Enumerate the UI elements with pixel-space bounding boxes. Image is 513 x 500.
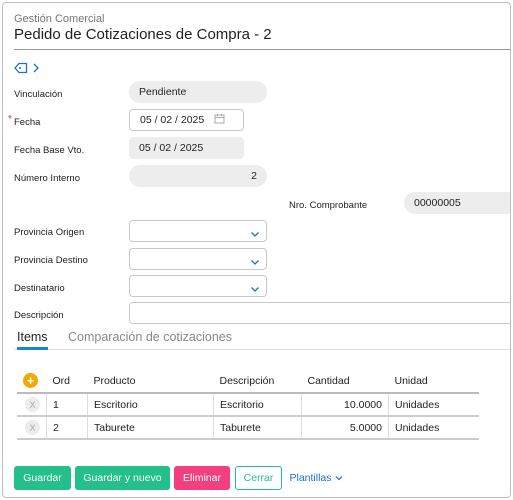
page-title: Pedido de Cotizaciones de Compra - 2 [14,26,272,43]
col-unidad: Unidad [388,369,479,394]
destinatario-label: Destinatario [14,283,65,294]
tag-toolbar [14,62,40,74]
cell-cantidad[interactable]: 5.0000 [301,416,389,440]
fecha-label-wrap: * Fecha [8,114,41,128]
nro-comprobante-label: Nro. Comprobante [289,200,368,211]
delete-row-icon[interactable]: X [25,420,40,435]
cell-unidad[interactable]: Unidades [388,416,479,440]
descripcion-input[interactable] [129,302,510,324]
numero-interno-field[interactable]: 2 [129,165,267,187]
cell-ord[interactable]: 2 [46,416,88,440]
chevron-down-icon [250,254,260,272]
cerrar-button[interactable]: Cerrar [235,466,282,490]
header-divider [14,49,510,50]
vinculacion-label: Vinculación [14,89,63,100]
nro-comprobante-value: 00000005 [414,197,461,209]
fecha-base-label: Fecha Base Vto. [14,145,85,156]
chevron-right-icon[interactable] [32,63,40,73]
provincia-origen-label: Provincia Origen [14,227,85,238]
col-ord: Ord [46,369,88,394]
fecha-label: Fecha [14,117,41,128]
calendar-icon[interactable] [214,113,225,127]
cell-ord[interactable]: 1 [46,393,88,417]
provincia-origen-select[interactable] [129,220,267,242]
fecha-base-field: 05 / 02 / 2025 [129,137,244,159]
vinculacion-field[interactable]: Pendiente [129,81,267,103]
fecha-base-value: 05 / 02 / 2025 [139,142,204,154]
required-marker: * [8,114,12,125]
col-producto: Producto [87,369,214,394]
tab-bar: Items Comparación de cotizaciones [14,330,510,350]
add-row-icon[interactable]: + [23,373,38,388]
fecha-value: 05 / 02 / 2025 [140,114,205,126]
nro-comprobante-field[interactable]: 00000005 [404,192,510,214]
page-header: Gestión Comercial Pedido de Cotizaciones… [14,13,272,43]
delete-cell: X [17,416,47,440]
module-subtitle: Gestión Comercial [14,13,105,25]
cell-cantidad[interactable]: 10.0000 [301,393,389,417]
fecha-input[interactable]: 05 / 02 / 2025 [129,109,244,131]
col-cantidad: Cantidad [301,369,389,394]
provincia-destino-select[interactable] [129,248,267,270]
destinatario-select[interactable] [129,275,267,297]
delete-cell: X [17,393,47,417]
table-row[interactable]: X 1 Escritorio Escritorio 10.0000 Unidad… [17,393,479,417]
col-descripcion: Descripción [213,369,302,394]
items-table: + Ord Producto Descripción Cantidad Unid… [17,369,479,440]
cell-descripcion[interactable]: Escritorio [213,393,302,417]
table-header-row: + Ord Producto Descripción Cantidad Unid… [17,369,479,394]
cell-descripcion[interactable]: Taburete [213,416,302,440]
guardar-button[interactable]: Guardar [14,466,71,490]
numero-interno-value: 2 [251,170,257,182]
guardar-y-nuevo-button[interactable]: Guardar y nuevo [75,466,170,490]
form-window: Gestión Comercial Pedido de Cotizaciones… [2,2,511,498]
plantillas-button[interactable]: Plantillas [288,466,344,490]
plantillas-label: Plantillas [289,472,332,484]
chevron-down-icon [250,281,260,299]
chevron-down-icon [250,226,260,244]
numero-interno-label: Número Interno [14,173,81,184]
table-row[interactable]: X 2 Taburete Taburete 5.0000 Unidades [17,416,479,440]
vinculacion-value: Pendiente [139,86,187,98]
chevron-down-icon [335,474,343,482]
cell-producto[interactable]: Escritorio [87,393,214,417]
eliminar-button[interactable]: Eliminar [174,466,230,490]
descripcion-label: Descripción [14,310,64,321]
delete-row-icon[interactable]: X [25,397,40,412]
cell-unidad[interactable]: Unidades [388,393,479,417]
cell-producto[interactable]: Taburete [87,416,214,440]
add-row-cell: + [17,369,47,394]
tag-icon[interactable] [14,62,28,74]
tab-comparacion[interactable]: Comparación de cotizaciones [68,330,232,344]
tab-items[interactable]: Items [17,330,48,350]
provincia-destino-label: Provincia Destino [14,255,88,266]
